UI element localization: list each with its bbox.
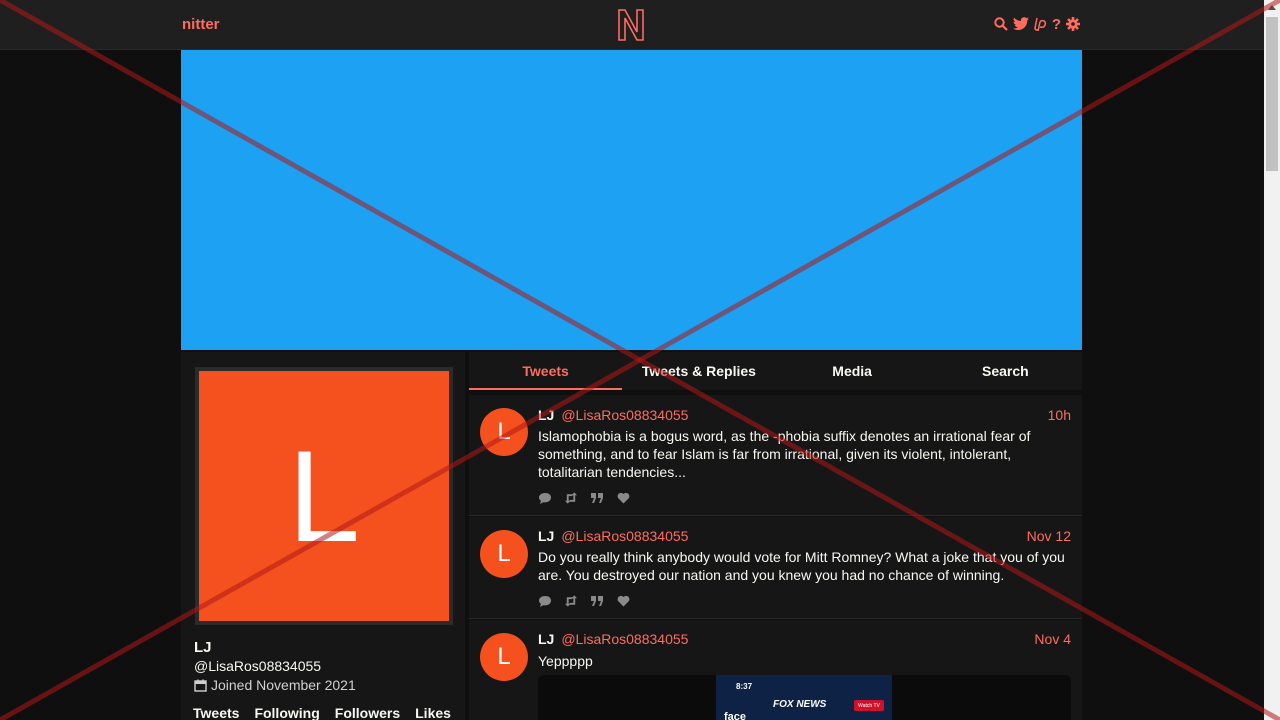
tweet-date[interactable]: Nov 4: [1034, 631, 1071, 647]
tweet[interactable]: L LJ @LisaRos08834055 10h Islamophobia i…: [469, 395, 1082, 516]
quote-icon[interactable]: [590, 594, 604, 608]
media-channel: FOX NEWS: [773, 699, 827, 710]
tweet-date[interactable]: 10h: [1048, 407, 1071, 423]
tweet-header: LJ @LisaRos08834055: [538, 528, 688, 544]
tweet-fullname[interactable]: LJ: [538, 407, 554, 423]
stat-following[interactable]: Following: [254, 705, 319, 720]
profile-fullname[interactable]: LJ: [194, 639, 212, 656]
retweet-icon[interactable]: [564, 491, 578, 505]
heart-icon[interactable]: [616, 594, 630, 608]
nitter-home-link[interactable]: nitter: [182, 16, 220, 33]
tweet-username[interactable]: @LisaRos08834055: [561, 407, 688, 423]
tweet-header: LJ @LisaRos08834055: [538, 631, 688, 647]
tweet-avatar[interactable]: L: [480, 530, 528, 578]
joined-date: Joined November 2021: [211, 677, 356, 693]
media-image[interactable]: 8:37 FOX NEWS Watch TV face: [716, 675, 892, 720]
tweet-header: LJ @LisaRos08834055: [538, 407, 688, 423]
stat-followers[interactable]: Followers: [335, 705, 400, 720]
tab-tweets-and-replies[interactable]: Tweets & Replies: [622, 352, 775, 390]
profile-joined: Joined November 2021: [194, 677, 356, 693]
heart-icon[interactable]: [616, 491, 630, 505]
scrollbar-thumb[interactable]: [1266, 17, 1278, 171]
settings-gear-icon[interactable]: [1066, 15, 1080, 33]
calendar-icon: [194, 679, 207, 692]
tweet-fullname[interactable]: LJ: [538, 528, 554, 544]
media-caption: face: [724, 711, 747, 720]
profile-avatar[interactable]: L: [195, 367, 453, 625]
nitter-logo-icon: [618, 9, 644, 41]
profile-stats: Tweets Following Followers Likes: [193, 705, 451, 720]
tweet-media[interactable]: 8:37 FOX NEWS Watch TV face: [538, 675, 1071, 720]
tweet-username[interactable]: @LisaRos08834055: [561, 631, 688, 647]
tweet-avatar[interactable]: L: [480, 408, 528, 456]
retweet-icon[interactable]: [564, 594, 578, 608]
comment-icon[interactable]: [538, 594, 552, 608]
quote-icon[interactable]: [590, 491, 604, 505]
tab-search[interactable]: Search: [929, 352, 1082, 390]
timeline-tabs: Tweets Tweets & Replies Media Search: [469, 352, 1082, 390]
nitter-logo[interactable]: [617, 8, 645, 42]
tweet-text: Yeppppp: [538, 653, 593, 669]
scroll-up-arrow-icon[interactable]: [1268, 5, 1276, 10]
help-icon[interactable]: ?: [1052, 15, 1061, 33]
media-watch-badge: Watch TV: [854, 700, 884, 711]
stat-tweets[interactable]: Tweets: [193, 705, 239, 720]
comment-icon[interactable]: [538, 491, 552, 505]
tweet-actions: [538, 594, 630, 608]
stat-likes[interactable]: Likes: [415, 705, 451, 720]
tweet[interactable]: L LJ @LisaRos08834055 Nov 4 Yeppppp 8:37…: [469, 620, 1082, 720]
page-scrollbar[interactable]: [1264, 0, 1280, 720]
tab-media[interactable]: Media: [776, 352, 929, 390]
profile-username[interactable]: @LisaRos08834055: [194, 658, 321, 674]
tweet-actions: [538, 491, 630, 505]
avatar-letter: L: [287, 423, 361, 569]
search-icon[interactable]: [994, 15, 1008, 33]
tweet-username[interactable]: @LisaRos08834055: [561, 528, 688, 544]
twitter-bird-icon[interactable]: [1012, 15, 1029, 33]
tweet-date[interactable]: Nov 12: [1027, 528, 1071, 544]
profile-card: L LJ @LisaRos08834055 Joined November 20…: [181, 352, 465, 720]
tweet-text: Islamophobia is a bogus word, as the -ph…: [538, 428, 1031, 480]
media-time: 8:37: [736, 682, 753, 691]
tweet-text: Do you really think anybody would vote f…: [538, 549, 1065, 583]
tweet-avatar[interactable]: L: [480, 633, 528, 681]
profile-banner[interactable]: [181, 50, 1082, 350]
timeline: Tweets Tweets & Replies Media Search L L…: [469, 352, 1082, 720]
tweet-fullname[interactable]: LJ: [538, 631, 554, 647]
tab-tweets[interactable]: Tweets: [469, 352, 623, 390]
tweet[interactable]: L LJ @LisaRos08834055 Nov 12 Do you real…: [469, 517, 1082, 619]
nav-icons: ?: [994, 15, 1080, 33]
liberapay-icon[interactable]: [1034, 15, 1047, 33]
navbar: nitter ?: [0, 0, 1264, 50]
